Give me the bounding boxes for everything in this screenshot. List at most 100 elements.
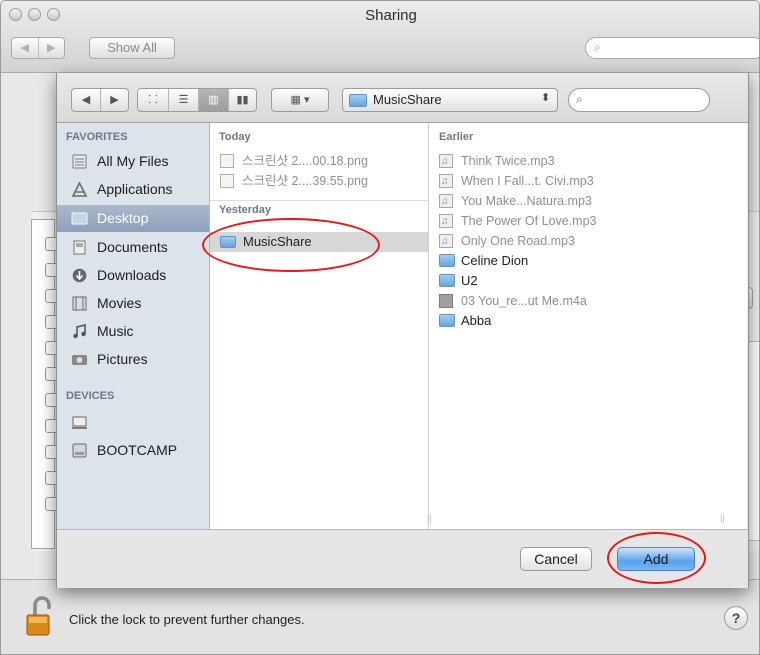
image-file-icon xyxy=(220,154,234,168)
sheet-toolbar: ◀ ▶ ⸬ ☰ ▥ ▮▮ ▦ ▾ MusicShare ⬍ ⌕ xyxy=(57,73,748,123)
folder-icon xyxy=(439,254,455,267)
sidebar-item-computer[interactable] xyxy=(57,409,209,436)
sheet-back-button[interactable]: ◀ xyxy=(72,89,100,111)
file-name: Think Twice.mp3 xyxy=(461,154,555,168)
location-popup[interactable]: MusicShare ⬍ xyxy=(342,88,558,112)
file-name: You Make...Natura.mp3 xyxy=(461,194,592,208)
sidebar-item-label: Movies xyxy=(97,295,142,311)
folder-row[interactable]: U2 xyxy=(439,271,739,291)
sheet-search-field[interactable]: ⌕ xyxy=(568,88,710,112)
file-row[interactable]: Only One Road.mp3 xyxy=(439,231,739,252)
favorites-header: FAVORITES xyxy=(66,131,128,143)
lock-icon[interactable] xyxy=(25,593,59,639)
history-nav: ◀ ▶ xyxy=(11,37,65,59)
folder-row[interactable]: Celine Dion xyxy=(439,251,739,271)
arrange-icon: ▦ ▾ xyxy=(290,94,310,106)
sidebar-item-label: All My Files xyxy=(97,153,169,169)
show-all-button[interactable]: Show All xyxy=(89,37,175,59)
file-row[interactable]: 스크린샷 2....39.55.png xyxy=(220,171,428,191)
sharing-window: Sharing ◀ ▶ Show All ⌕ ors . Click the l… xyxy=(0,0,760,655)
coverflow-view-icon[interactable]: ▮▮ xyxy=(228,89,256,111)
arrange-menu-button[interactable]: ▦ ▾ xyxy=(271,88,329,112)
file-name: When I Fall...t. Civi.mp3 xyxy=(461,174,594,188)
folder-icon xyxy=(439,314,455,327)
computer-icon xyxy=(72,416,87,429)
desktop-icon xyxy=(71,212,88,225)
sidebar-item-label: Documents xyxy=(97,239,168,255)
file-name: The Power Of Love.mp3 xyxy=(461,214,597,228)
list-view-icon[interactable]: ☰ xyxy=(168,89,198,111)
column-view-icon[interactable]: ▥ xyxy=(198,89,228,111)
section-divider xyxy=(210,200,428,201)
file-row[interactable]: When I Fall...t. Civi.mp3 xyxy=(439,171,739,192)
sidebar-item-applications[interactable]: Applications xyxy=(57,176,209,203)
folder-row-musicshare[interactable]: MusicShare xyxy=(210,232,428,252)
sidebar-item-music[interactable]: Music xyxy=(57,318,209,345)
window-title: Sharing xyxy=(365,7,417,24)
column-resize-grip[interactable]: || xyxy=(720,513,725,523)
sidebar-item-desktop[interactable]: Desktop xyxy=(57,205,209,232)
preferences-search-field[interactable]: ⌕ xyxy=(585,37,759,59)
file-row[interactable]: 03 You_re...ut Me.m4a xyxy=(439,291,739,311)
pictures-icon xyxy=(72,355,87,365)
cancel-button[interactable]: Cancel xyxy=(520,547,592,571)
movies-icon xyxy=(72,296,87,311)
audio-file-icon xyxy=(439,192,453,212)
image-file-icon xyxy=(220,174,234,188)
back-button[interactable]: ◀ xyxy=(12,38,39,58)
folder-row[interactable]: Abba xyxy=(439,311,739,331)
view-mode-segmented: ⸬ ☰ ▥ ▮▮ xyxy=(137,88,257,112)
help-button[interactable]: ? xyxy=(724,606,748,630)
file-row[interactable]: You Make...Natura.mp3 xyxy=(439,191,739,212)
sidebar-item-bootcamp[interactable]: BOOTCAMP xyxy=(57,437,209,464)
media-file-icon xyxy=(439,294,453,308)
sheet-nav-buttons: ◀ ▶ xyxy=(71,88,129,112)
search-icon: ⌕ xyxy=(594,40,601,54)
sidebar-item-downloads[interactable]: Downloads xyxy=(57,262,209,289)
forward-button[interactable]: ▶ xyxy=(39,38,65,58)
sidebar-item-label: Applications xyxy=(97,181,173,197)
sidebar-item-pictures[interactable]: Pictures xyxy=(57,346,209,373)
audio-file-icon xyxy=(439,212,453,232)
folder-name: U2 xyxy=(461,273,478,288)
sidebar-item-documents[interactable]: Documents xyxy=(57,234,209,261)
folder-name: MusicShare xyxy=(243,234,312,249)
column-resize-grip[interactable]: || xyxy=(427,513,432,523)
sidebar-item-label: Desktop xyxy=(97,210,149,226)
folder-name: Abba xyxy=(461,313,492,328)
file-row[interactable]: 스크린샷 2....00.18.png xyxy=(220,151,428,171)
downloads-icon xyxy=(72,268,87,283)
search-icon: ⌕ xyxy=(576,92,583,106)
devices-header: DEVICES xyxy=(66,390,115,402)
audio-file-icon xyxy=(439,232,453,252)
sidebar-item-all-my-files[interactable]: All My Files xyxy=(57,148,209,175)
today-header: Today xyxy=(219,131,251,143)
folder-icon xyxy=(220,236,236,248)
add-button[interactable]: Add xyxy=(617,547,695,571)
audio-file-icon xyxy=(439,172,453,192)
file-name: 스크린샷 2....39.55.png xyxy=(242,174,368,188)
file-row[interactable]: Think Twice.mp3 xyxy=(439,151,739,172)
earlier-header: Earlier xyxy=(439,131,474,143)
window-titlebar: Sharing ◀ ▶ Show All ⌕ xyxy=(1,1,759,73)
sidebar-item-label: BOOTCAMP xyxy=(97,442,178,458)
file-name: 스크린샷 2....00.18.png xyxy=(242,154,368,168)
music-icon xyxy=(73,324,86,339)
sheet-forward-button[interactable]: ▶ xyxy=(100,89,128,111)
sidebar-item-label: Downloads xyxy=(97,267,167,283)
disk-icon xyxy=(72,443,87,458)
file-row[interactable]: The Power Of Love.mp3 xyxy=(439,211,739,232)
sidebar-item-movies[interactable]: Movies xyxy=(57,290,209,317)
popup-arrows-icon: ⬍ xyxy=(541,92,551,104)
sheet-button-bar: Cancel Add xyxy=(57,529,748,588)
sidebar-item-label: Music xyxy=(97,323,134,339)
file-name: Only One Road.mp3 xyxy=(461,234,575,248)
audio-file-icon xyxy=(439,152,453,172)
documents-icon xyxy=(73,240,86,255)
add-folder-sheet: ◀ ▶ ⸬ ☰ ▥ ▮▮ ▦ ▾ MusicShare ⬍ ⌕ FAVORITE… xyxy=(56,73,749,588)
file-name: 03 You_re...ut Me.m4a xyxy=(461,294,587,308)
folder-icon xyxy=(439,274,455,287)
folder-name: Celine Dion xyxy=(461,253,529,268)
icon-view-icon[interactable]: ⸬ xyxy=(138,89,168,111)
all-files-icon xyxy=(72,154,87,169)
